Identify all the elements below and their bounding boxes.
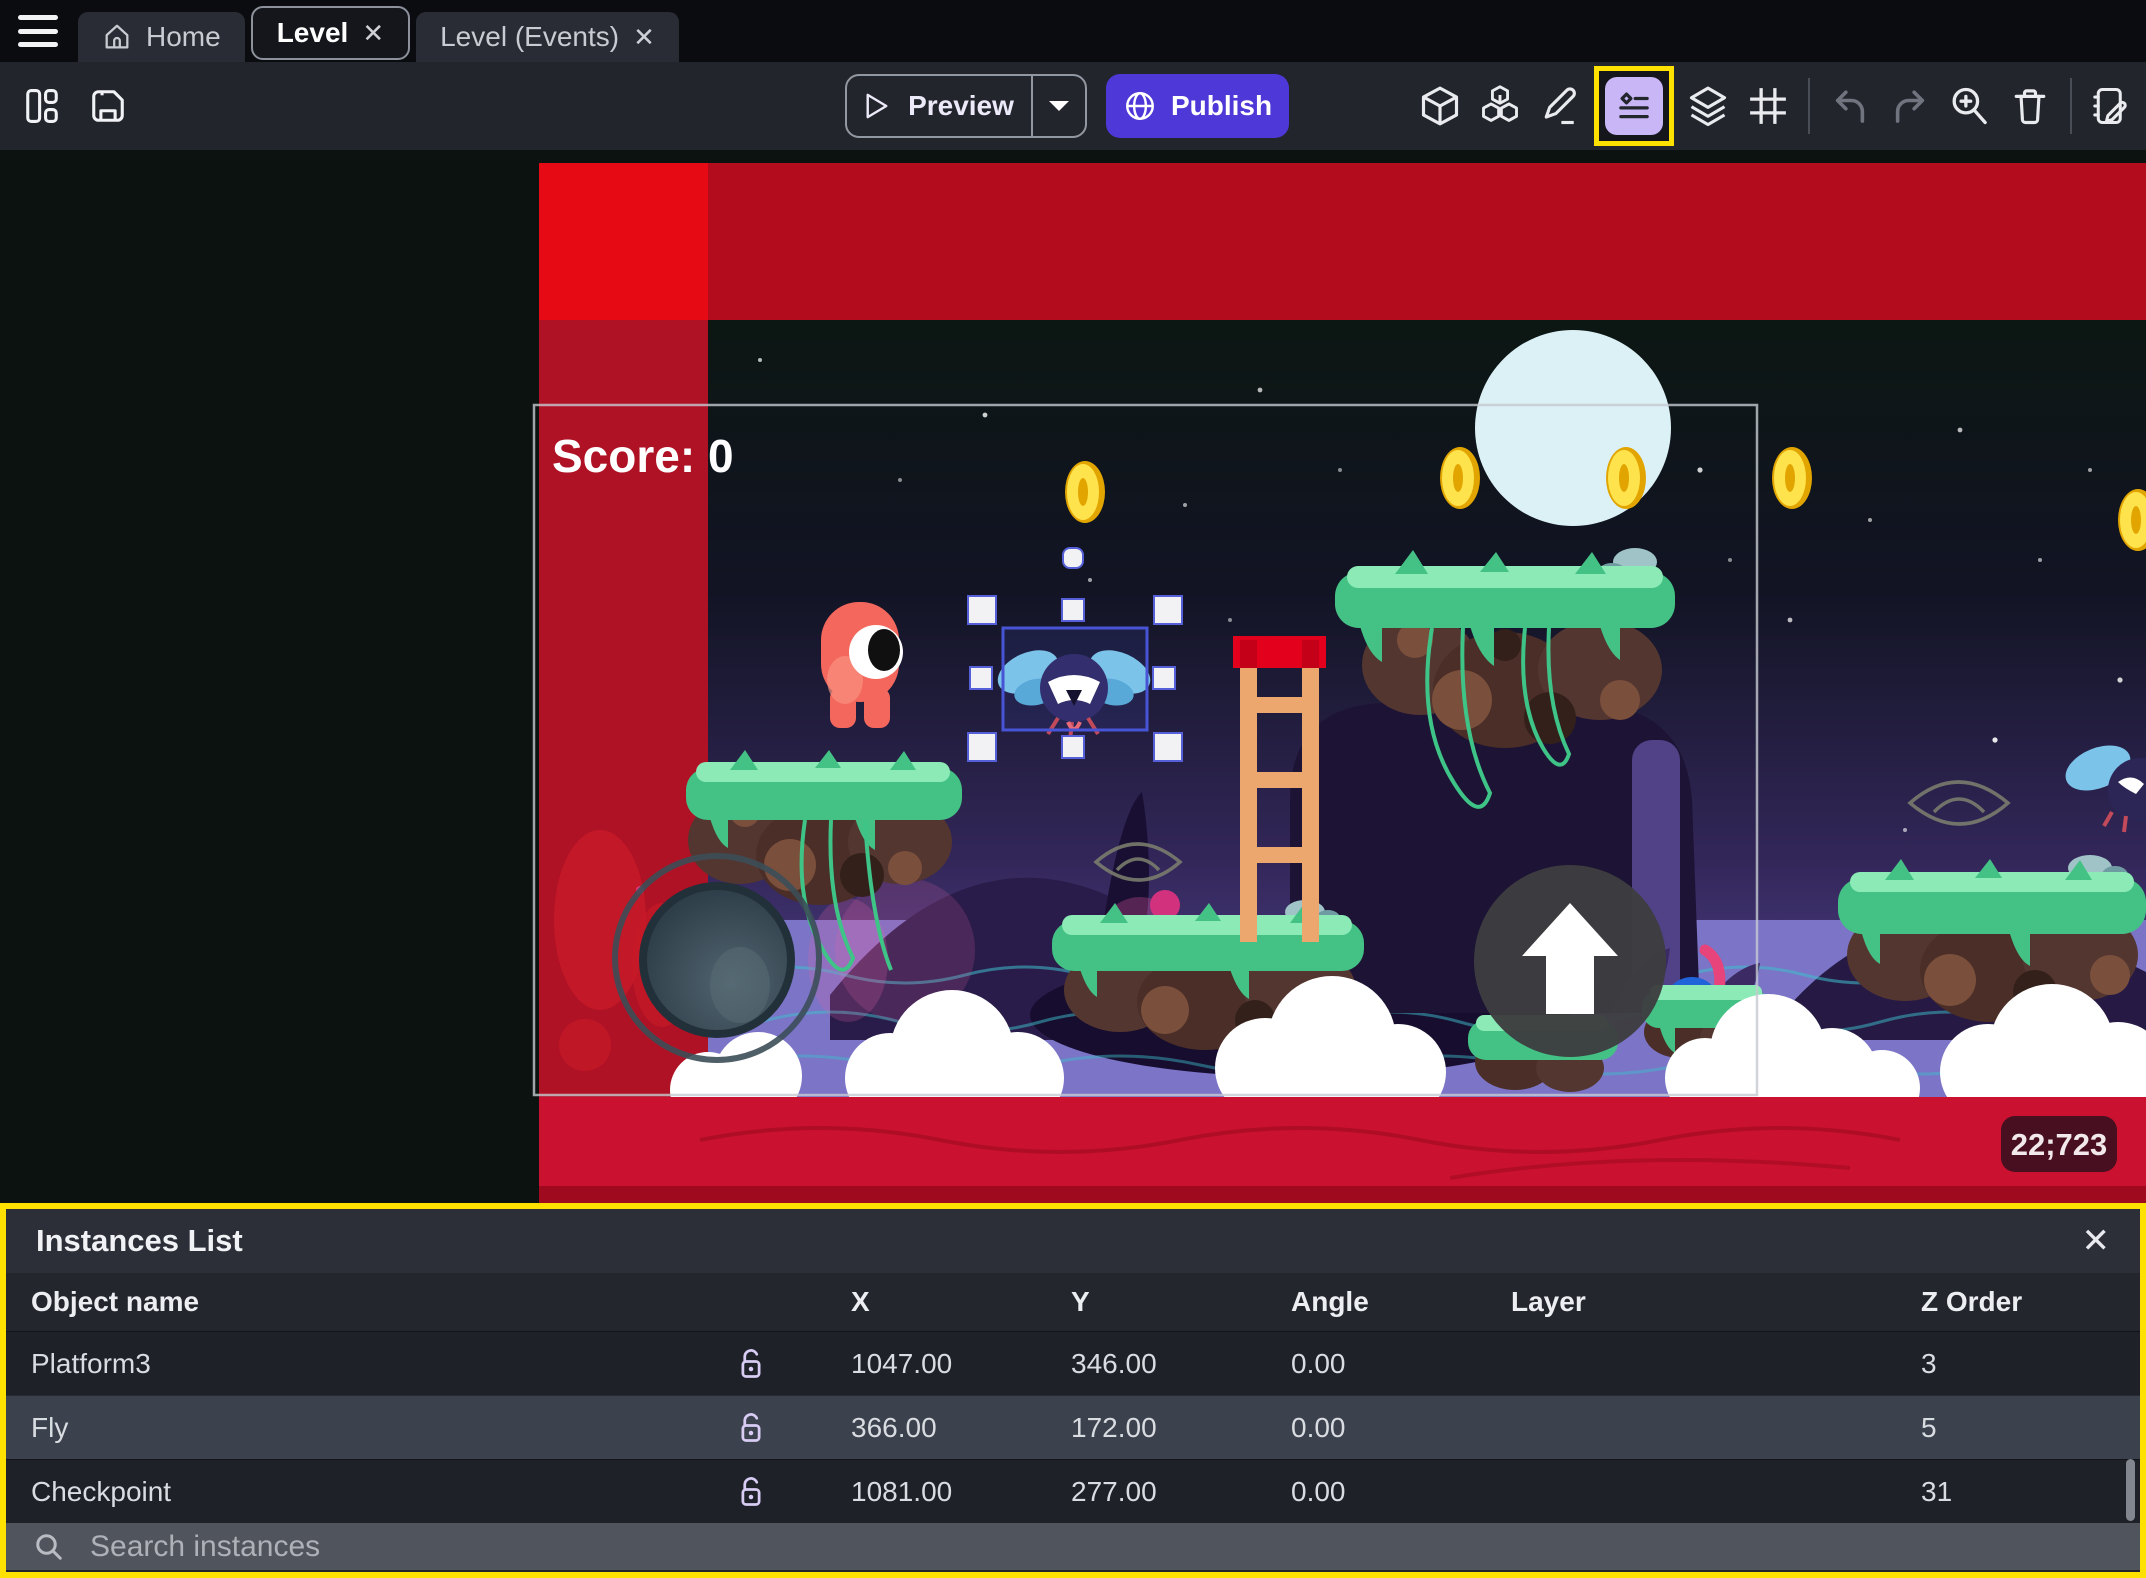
zoom-in-icon[interactable]	[1944, 80, 1996, 132]
table-row[interactable]: Platform3 1047.00 346.00 0.00 3	[6, 1331, 2140, 1395]
edit-properties-icon[interactable]	[2086, 80, 2138, 132]
unlock-icon	[741, 1476, 761, 1506]
publish-label: Publish	[1170, 90, 1273, 121]
instance-z-order[interactable]: 5	[1921, 1412, 2140, 1444]
object-cube-icon[interactable]	[1414, 80, 1466, 132]
lock-cell[interactable]	[736, 1410, 851, 1446]
instance-x[interactable]: 1081.00	[851, 1476, 1071, 1508]
preview-button[interactable]: Preview	[845, 74, 1087, 138]
close-icon[interactable]: ✕	[362, 20, 384, 46]
tab-label: Home	[146, 21, 221, 52]
instance-angle[interactable]: 0.00	[1291, 1412, 1511, 1444]
instances-list-panel: Instances List ✕ Object name X Y Angle L…	[0, 1203, 2146, 1578]
toolbar: Preview Publish	[0, 62, 2146, 150]
instances-list-icon[interactable]	[1605, 77, 1663, 135]
save-icon[interactable]	[88, 86, 128, 126]
redo-icon[interactable]	[1884, 80, 1936, 132]
toolbar-divider	[1808, 78, 1810, 134]
unlock-icon	[741, 1412, 761, 1442]
undo-icon[interactable]	[1824, 80, 1876, 132]
search-instances-input[interactable]	[90, 1529, 1690, 1564]
layout-panels-icon[interactable]	[22, 86, 62, 126]
fly-enemy-selected[interactable]	[991, 628, 1157, 741]
close-icon[interactable]: ✕	[633, 24, 655, 50]
layers-icon[interactable]	[1682, 80, 1734, 132]
platform-island-right[interactable]	[1838, 855, 2146, 1022]
search-icon	[36, 1533, 62, 1560]
tab-label: Level	[276, 17, 349, 48]
table-row[interactable]: Fly 366.00 172.00 0.00 5	[6, 1395, 2140, 1459]
globe-icon	[1125, 92, 1154, 120]
cursor-coordinates-badge: 22;723	[2001, 1116, 2117, 1172]
tab-level[interactable]: Level ✕	[250, 6, 411, 60]
instance-z-order[interactable]: 31	[1921, 1476, 2140, 1508]
bottom-red-ground[interactable]	[539, 1097, 2146, 1203]
unlock-icon	[741, 1348, 761, 1378]
preview-dropdown-button[interactable]	[1031, 76, 1085, 136]
instances-search-bar	[6, 1523, 2140, 1570]
publish-button[interactable]: Publish	[1106, 74, 1289, 138]
instance-angle[interactable]: 0.00	[1291, 1348, 1511, 1380]
tab-label: Level (Events)	[440, 21, 620, 52]
lock-cell[interactable]	[736, 1474, 851, 1510]
instance-x[interactable]: 366.00	[851, 1412, 1071, 1444]
instance-name: Platform3	[31, 1347, 151, 1379]
home-icon	[105, 24, 129, 49]
instance-x[interactable]: 1047.00	[851, 1348, 1071, 1380]
top-red-wall[interactable]	[708, 163, 2146, 320]
panel-scrollbar[interactable]	[2126, 1459, 2135, 1521]
play-icon	[866, 93, 888, 119]
menu-icon[interactable]	[18, 15, 58, 47]
instance-name: Fly	[31, 1411, 69, 1443]
tab-bar: Home Level ✕ Level (Events) ✕	[0, 0, 2146, 62]
lock-cell[interactable]	[736, 1346, 851, 1382]
table-row[interactable]: Checkpoint 1081.00 277.00 0.00 31	[6, 1459, 2140, 1523]
toolbar-divider	[2070, 78, 2072, 134]
instances-list-tool-highlight	[1594, 66, 1674, 146]
instance-y[interactable]: 346.00	[1071, 1348, 1291, 1380]
grid-icon[interactable]	[1742, 80, 1794, 132]
preview-label: Preview	[908, 90, 1014, 121]
edit-pencil-icon[interactable]	[1534, 80, 1586, 132]
tab-level-events[interactable]: Level (Events) ✕	[416, 12, 679, 62]
editor-window: Home Level ✕ Level (Events) ✕ Preview Pu…	[0, 0, 2146, 1578]
score-text: Score: 0	[552, 430, 734, 482]
svg-text:22;723: 22;723	[2011, 1127, 2108, 1162]
panel-title: Instances List	[36, 1223, 243, 1258]
trash-icon[interactable]	[2004, 80, 2056, 132]
close-icon[interactable]: ✕	[2082, 1224, 2111, 1258]
rotation-handle	[1062, 547, 1084, 569]
scene-editor-canvas[interactable]: Score: 0 22;723	[0, 150, 2146, 1203]
instance-name: Checkpoint	[31, 1475, 172, 1507]
jump-button[interactable]	[1474, 865, 1666, 1057]
instances-table-body: Platform3 1047.00 346.00 0.00 3 Fly 366.…	[6, 1331, 2140, 1523]
instance-y[interactable]: 172.00	[1071, 1412, 1291, 1444]
tab-home[interactable]: Home	[78, 12, 245, 62]
instance-y[interactable]: 277.00	[1071, 1476, 1291, 1508]
instances-table-header: Object name X Y Angle Layer Z Order	[6, 1273, 2140, 1331]
objects-stack-icon[interactable]	[1474, 80, 1526, 132]
joystick-control[interactable]	[612, 853, 822, 1063]
chevron-down-icon	[1049, 101, 1069, 111]
instance-angle[interactable]: 0.00	[1291, 1476, 1511, 1508]
instance-z-order[interactable]: 3	[1921, 1348, 2140, 1380]
